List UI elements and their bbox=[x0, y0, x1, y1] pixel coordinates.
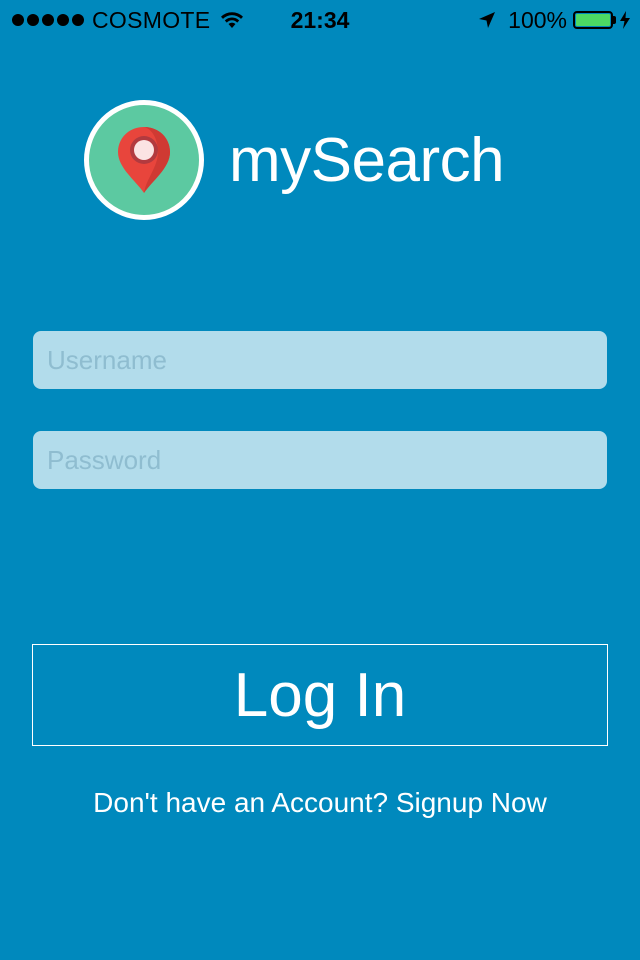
login-button[interactable]: Log In bbox=[32, 644, 608, 746]
status-bar: COSMOTE 21:34 100% bbox=[0, 0, 640, 40]
password-input[interactable] bbox=[33, 431, 607, 489]
battery-cap bbox=[613, 16, 616, 24]
username-input[interactable] bbox=[33, 331, 607, 389]
battery-level bbox=[576, 14, 610, 26]
app-logo bbox=[84, 100, 210, 220]
location-arrow-icon bbox=[479, 12, 496, 28]
battery-icon bbox=[573, 11, 613, 29]
map-pin-icon bbox=[118, 127, 170, 193]
charging-bolt-icon bbox=[620, 11, 630, 29]
signup-link[interactable]: Don't have an Account? Signup Now bbox=[0, 787, 640, 819]
app-title: mySearch bbox=[229, 126, 505, 195]
status-right: 100% bbox=[478, 6, 630, 34]
battery-percent: 100% bbox=[508, 6, 567, 33]
